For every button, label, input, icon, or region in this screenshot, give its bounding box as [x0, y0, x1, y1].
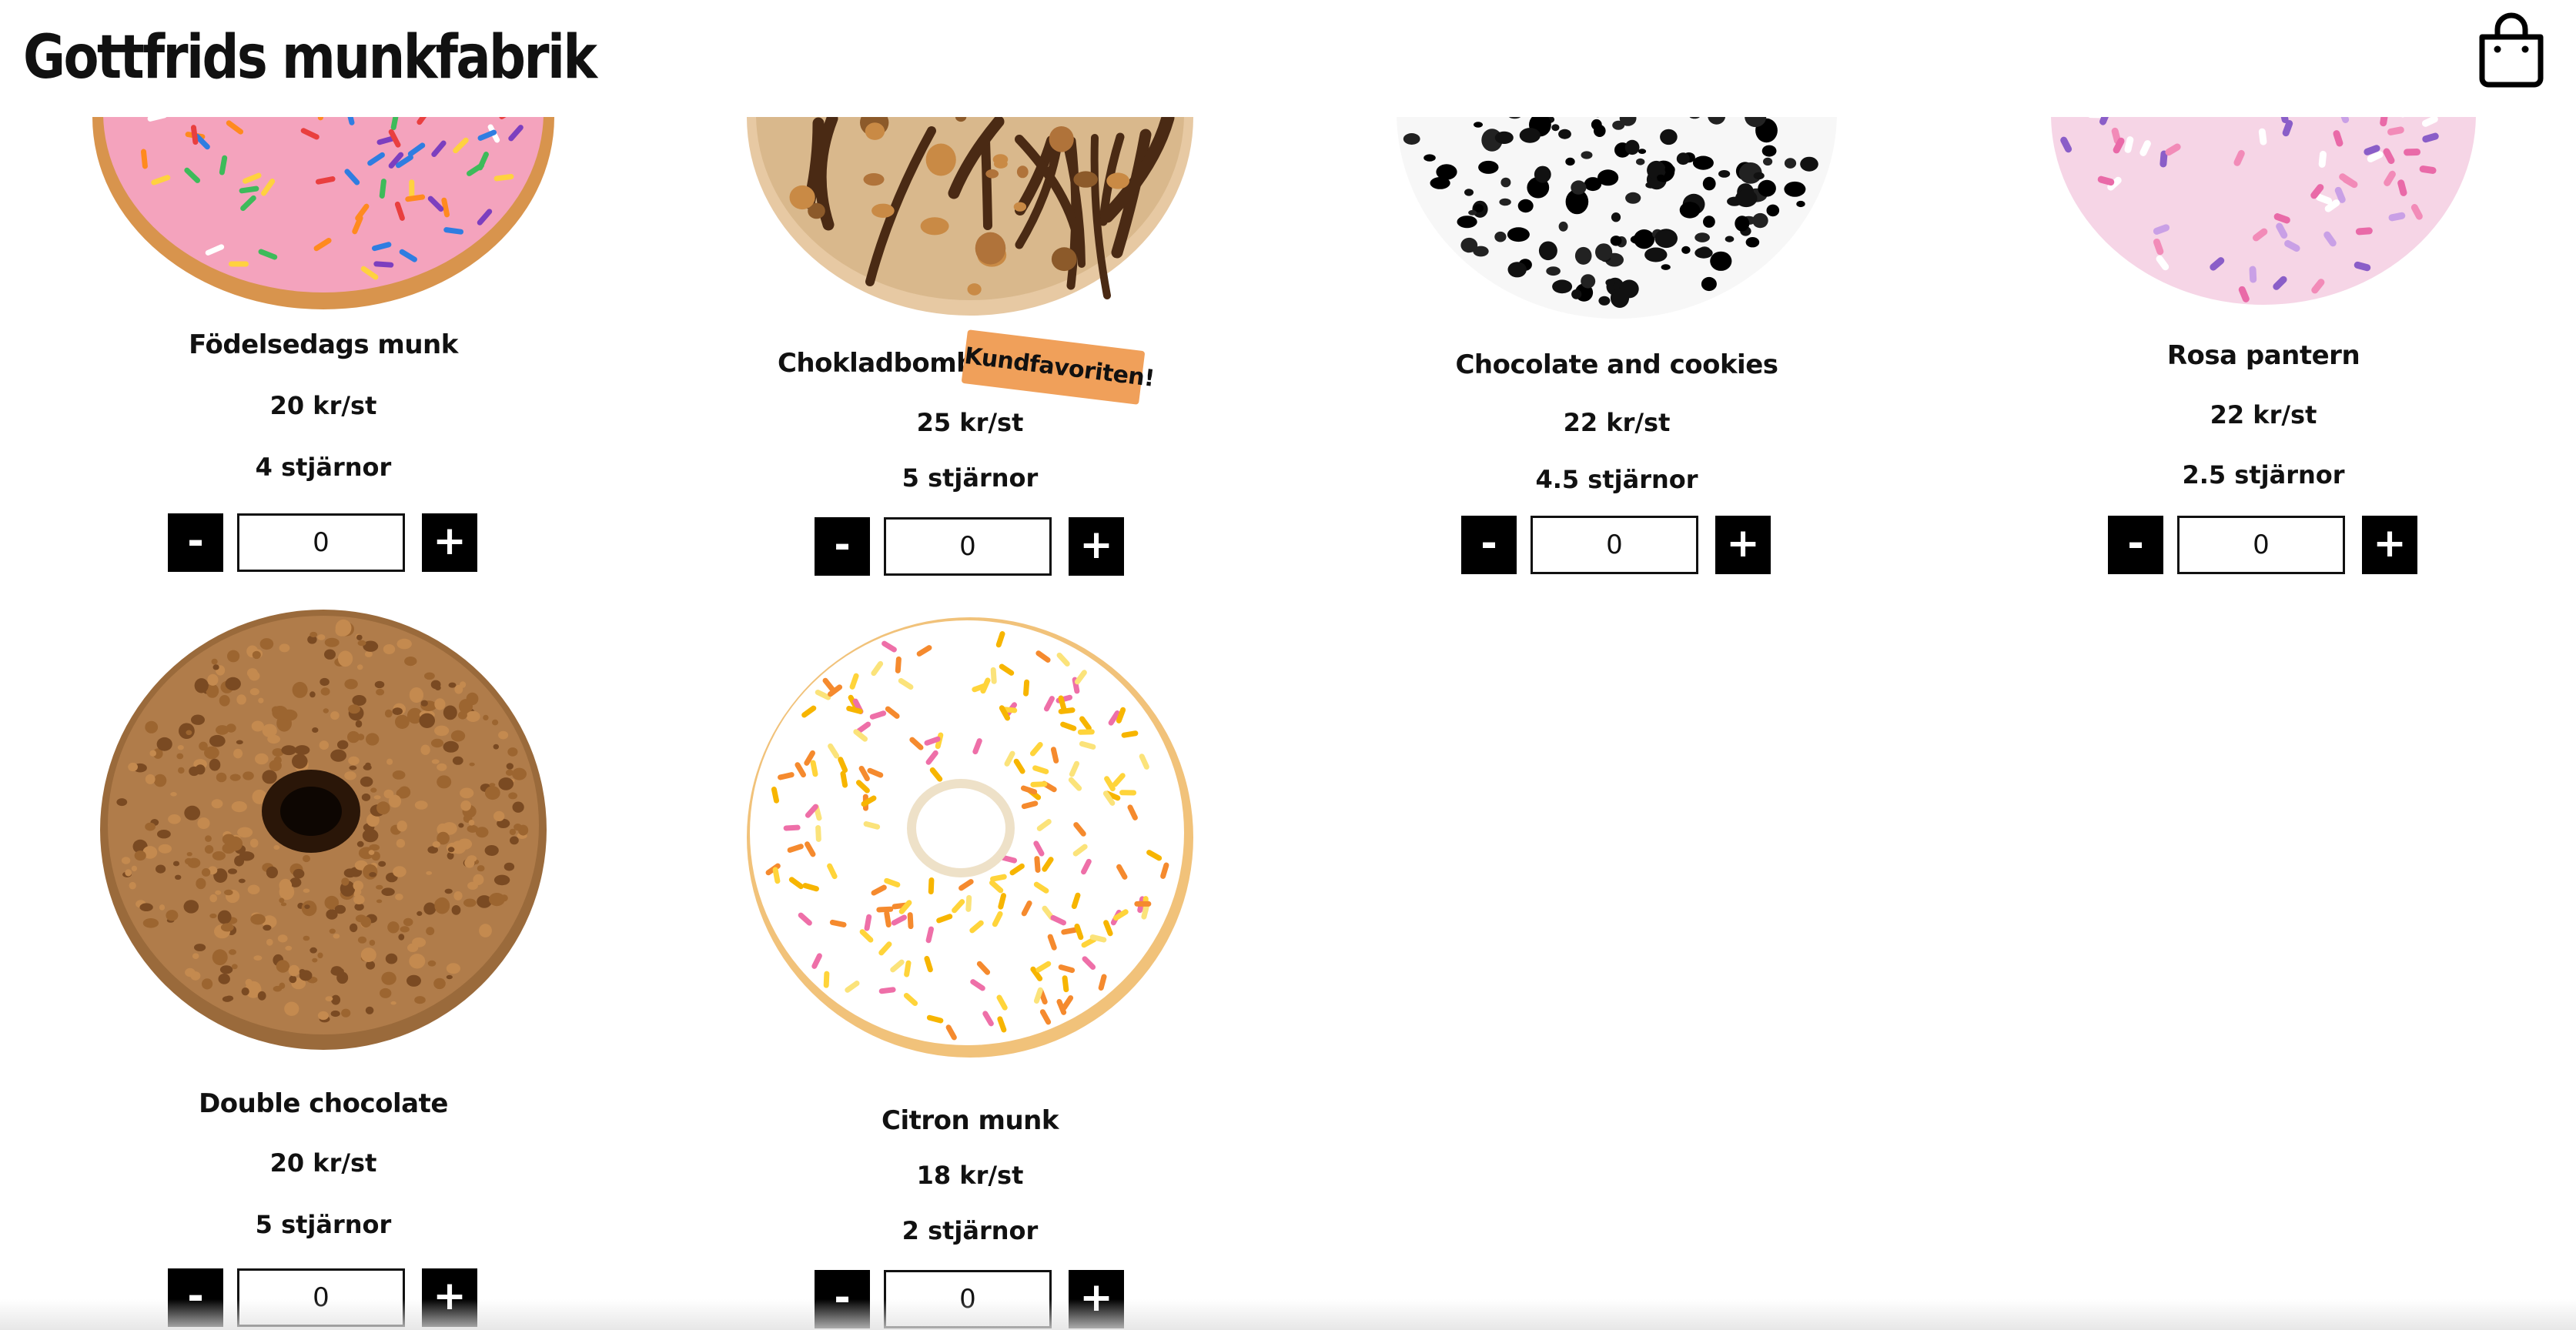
- product-image: [1940, 117, 2576, 308]
- product-price: 22 kr/st: [2210, 400, 2317, 429]
- product-grid: Födelsedags munk 20 kr/st 4 stjärnor - +: [0, 117, 2576, 1330]
- quantity-stepper: - +: [1293, 516, 1940, 574]
- product-rating: 2 stjärnor: [902, 1216, 1039, 1245]
- product-price: 22 kr/st: [1563, 408, 1671, 437]
- decrement-button[interactable]: -: [1461, 516, 1517, 574]
- bottom-scroll-shadow: [0, 1299, 2576, 1330]
- product-card: Födelsedags munk 20 kr/st 4 stjärnor - +: [0, 117, 647, 579]
- increment-button[interactable]: +: [1715, 516, 1771, 574]
- product-name: Citron munk: [882, 1105, 1059, 1136]
- decrement-button[interactable]: -: [2108, 516, 2163, 574]
- quantity-input[interactable]: [237, 513, 405, 572]
- product-price: 20 kr/st: [269, 391, 377, 420]
- shopping-bag-icon: [2479, 12, 2544, 88]
- product-image: [1293, 117, 1940, 323]
- product-name: Födelsedags munk: [189, 329, 458, 360]
- product-name: Double chocolate: [199, 1088, 448, 1119]
- increment-button[interactable]: +: [422, 513, 477, 572]
- product-rating: 4 stjärnor: [255, 453, 392, 482]
- product-rating: 5 stjärnor: [902, 463, 1039, 493]
- product-price: 18 kr/st: [916, 1161, 1024, 1190]
- donut-chokladbomb-image: [747, 117, 1193, 316]
- donut-rosa-pantern-image: [2051, 117, 2476, 305]
- donut-double-chocolate-image: [100, 610, 547, 1050]
- product-name: Chocolate and cookies: [1455, 349, 1778, 380]
- product-card: Rosa pantern 22 kr/st 2.5 stjärnor - +: [1940, 117, 2576, 579]
- quantity-stepper: - +: [1940, 516, 2576, 574]
- product-price: 25 kr/st: [916, 408, 1024, 437]
- donut-birthday-image: [92, 117, 554, 309]
- decrement-button[interactable]: -: [168, 513, 223, 572]
- product-price: 20 kr/st: [269, 1148, 377, 1178]
- quantity-input[interactable]: [2177, 516, 2345, 574]
- site-title[interactable]: Gottfrids munkfabrik: [23, 15, 597, 100]
- quantity-input[interactable]: [1531, 516, 1698, 574]
- increment-button[interactable]: +: [2362, 516, 2417, 574]
- cart-button[interactable]: [2471, 11, 2551, 91]
- product-card: Double chocolate 20 kr/st 5 stjärnor - +: [0, 610, 647, 1330]
- increment-button[interactable]: +: [1069, 517, 1124, 576]
- product-card: Chocolate and cookies 22 kr/st 4.5 stjär…: [1293, 117, 1940, 579]
- product-rating: 4.5 stjärnor: [1535, 465, 1698, 494]
- quantity-stepper: - +: [0, 513, 647, 572]
- page: Gottfrids munkfabrik Födelsedags munk 20…: [0, 0, 2576, 1330]
- product-name: Rosa pantern: [2166, 340, 2360, 371]
- product-image: [647, 117, 1293, 316]
- product-rating: 2.5 stjärnor: [2182, 460, 2345, 490]
- product-card: Citron munk 18 kr/st 2 stjärnor - +: [647, 610, 1293, 1330]
- donut-cookies-image: [1397, 117, 1837, 319]
- quantity-stepper: - +: [647, 517, 1293, 576]
- decrement-button[interactable]: -: [815, 517, 870, 576]
- product-image: [0, 117, 647, 309]
- site-header: Gottfrids munkfabrik: [0, 0, 2576, 117]
- product-rating: 5 stjärnor: [255, 1210, 392, 1239]
- donut-citron-image: [747, 617, 1193, 1058]
- product-image: [0, 610, 647, 1056]
- product-image: [647, 614, 1293, 1061]
- quantity-input[interactable]: [884, 517, 1052, 576]
